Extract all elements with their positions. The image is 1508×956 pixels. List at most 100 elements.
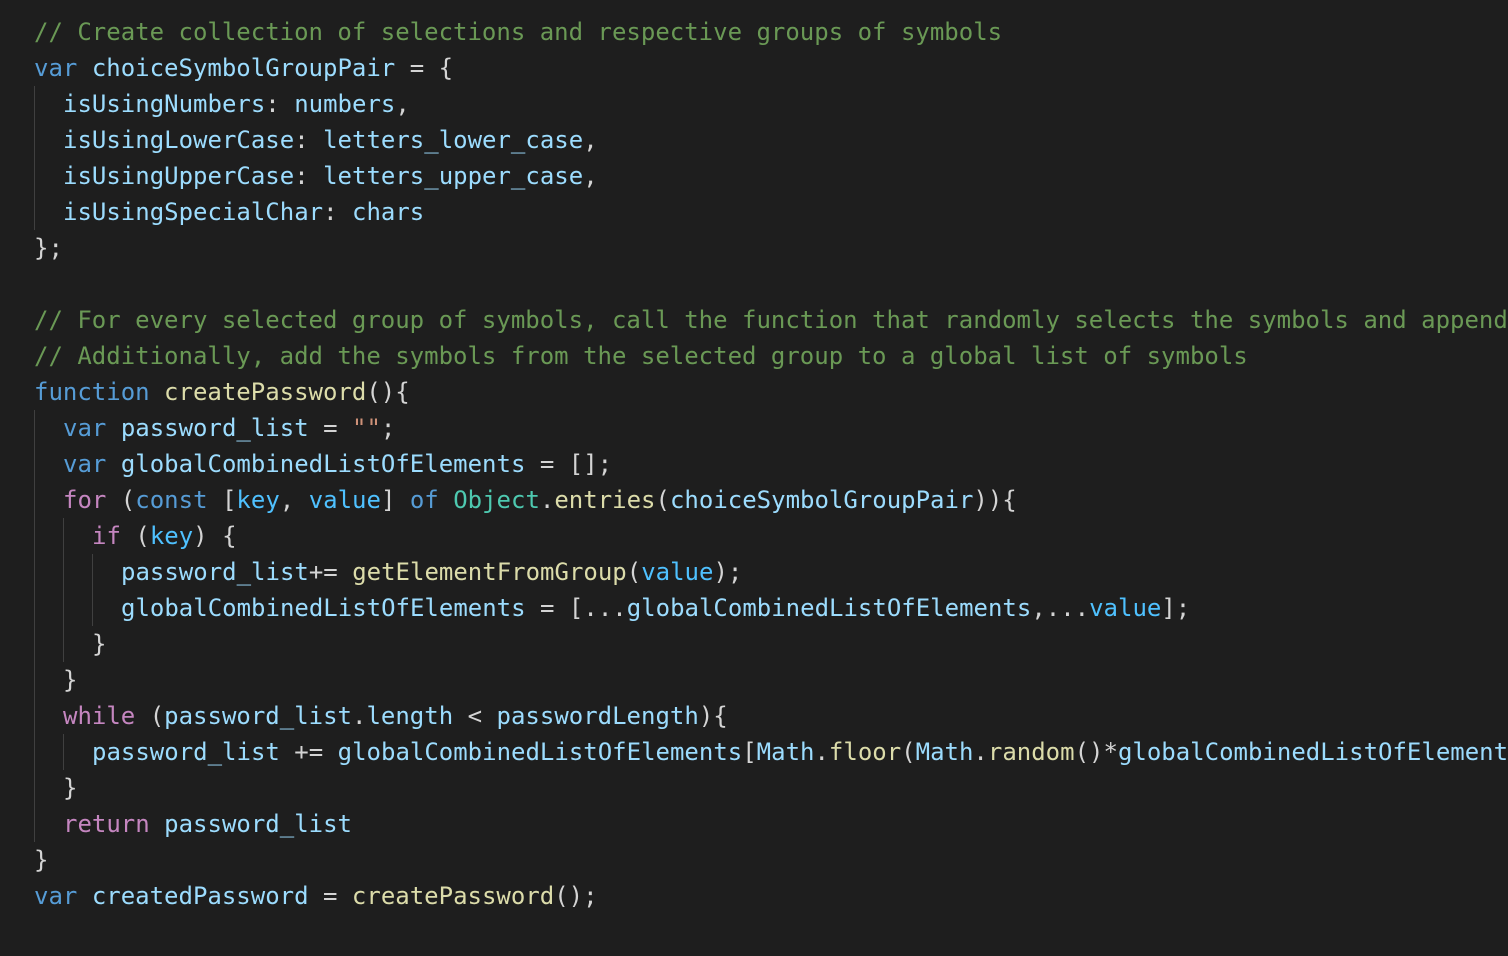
code-line-text: var choiceSymbolGroupPair = {	[34, 54, 453, 82]
code-token-plain: }	[34, 846, 49, 874]
code-line-text: isUsingLowerCase: letters_lower_case,	[63, 126, 598, 154]
code-token-variable: globalCombinedListOfElements	[120, 450, 526, 478]
code-line[interactable]: isUsingUpperCase: letters_upper_case,	[0, 158, 1508, 194]
code-token-keyword: var	[63, 450, 107, 478]
code-editor[interactable]: // Create collection of selections and r…	[0, 14, 1508, 956]
code-line[interactable]: var globalCombinedListOfElements = [];	[0, 446, 1508, 482]
code-token-variable: password_list	[121, 558, 309, 586]
code-token-variable: choiceSymbolGroupPair	[91, 54, 396, 82]
indent-guide	[34, 734, 35, 770]
code-line-text: for (const [key, value] of Object.entrie…	[63, 486, 1017, 514]
code-token-constant: value	[1089, 594, 1162, 622]
code-line[interactable]: isUsingNumbers: numbers,	[0, 86, 1508, 122]
code-line[interactable]: if (key) {	[0, 518, 1508, 554]
code-token-plain: .	[973, 738, 988, 766]
code-line[interactable]: globalCombinedListOfElements = [...globa…	[0, 590, 1508, 626]
code-line-text: }	[63, 666, 77, 694]
code-token-control: for	[63, 486, 107, 514]
code-line[interactable]: }	[0, 662, 1508, 698]
code-line-text: isUsingSpecialChar: chars	[63, 198, 424, 226]
indent-guide	[63, 626, 64, 662]
code-token-plain: .	[352, 702, 367, 730]
code-line[interactable]: return password_list	[0, 806, 1508, 842]
code-token-keyword: function	[34, 378, 150, 406]
code-line[interactable]: var createdPassword = createPassword();	[0, 878, 1508, 914]
code-token-variable: password_list	[92, 738, 280, 766]
code-token-variable: globalCombinedListOfElements	[337, 738, 743, 766]
code-line[interactable]: }	[0, 626, 1508, 662]
code-line-text: isUsingUpperCase: letters_upper_case,	[63, 162, 598, 190]
code-token-plain: ,	[279, 486, 309, 514]
code-token-plain: };	[34, 234, 63, 262]
code-token-constant: key	[149, 522, 194, 550]
indent-guide	[34, 698, 35, 734]
code-token-plain: );	[713, 558, 743, 586]
code-line[interactable]	[0, 266, 1508, 302]
code-token-plain: .	[539, 486, 555, 514]
code-line[interactable]: var choiceSymbolGroupPair = {	[0, 50, 1508, 86]
code-line[interactable]: }	[0, 842, 1508, 878]
indent-guide	[34, 626, 35, 662]
code-line-text: var password_list = "";	[63, 414, 395, 442]
code-line[interactable]: while (password_list.length < passwordLe…	[0, 698, 1508, 734]
code-line[interactable]: for (const [key, value] of Object.entrie…	[0, 482, 1508, 518]
code-token-plain: ,	[583, 126, 598, 154]
code-token-plain: +=	[308, 558, 353, 586]
code-token-variable: password_list	[120, 414, 309, 442]
indent-guide	[63, 518, 64, 554]
code-token-plain: :	[323, 198, 352, 226]
code-token-keyword: of	[409, 486, 439, 514]
code-token-variable: isUsingLowerCase	[63, 126, 295, 154]
code-token-plain: = {	[395, 54, 454, 82]
code-line-text: var createdPassword = createPassword();	[34, 882, 598, 910]
code-line[interactable]: password_list += globalCombinedListOfEle…	[0, 734, 1508, 770]
code-line[interactable]: password_list+= getElementFromGroup(valu…	[0, 554, 1508, 590]
code-token-variable: letters_lower_case	[323, 126, 584, 154]
code-token-variable: isUsingSpecialChar	[63, 198, 324, 226]
code-line[interactable]: // Additionally, add the symbols from th…	[0, 338, 1508, 374]
code-token-plain: (	[106, 486, 136, 514]
code-token-function: floor	[828, 738, 902, 766]
code-line-text: password_list+= getElementFromGroup(valu…	[121, 558, 742, 586]
code-line-text: // Create collection of selections and r…	[34, 18, 1002, 46]
code-token-variable: numbers	[294, 90, 396, 118]
code-line[interactable]: isUsingSpecialChar: chars	[0, 194, 1508, 230]
code-token-plain: =	[308, 414, 353, 442]
code-line-text: while (password_list.length < passwordLe…	[63, 702, 728, 730]
code-line[interactable]: isUsingLowerCase: letters_lower_case,	[0, 122, 1508, 158]
code-line[interactable]: function createPassword(){	[0, 374, 1508, 410]
code-line-text: }	[63, 774, 77, 802]
indent-guide	[92, 554, 93, 590]
code-token-variable: choiceSymbolGroupPair	[669, 486, 974, 514]
code-token-function: createPassword	[351, 882, 555, 910]
code-token-function: random	[987, 738, 1075, 766]
indent-guide	[34, 122, 35, 158]
code-line[interactable]: }	[0, 770, 1508, 806]
code-token-keyword: var	[34, 882, 78, 910]
code-line[interactable]: // Create collection of selections and r…	[0, 14, 1508, 50]
code-token-variable: isUsingUpperCase	[63, 162, 295, 190]
indent-guide	[34, 482, 35, 518]
code-token-variable: Math	[756, 738, 815, 766]
code-token-function: entries	[554, 486, 656, 514]
code-line[interactable]: };	[0, 230, 1508, 266]
code-line-text: // For every selected group of symbols, …	[34, 306, 1508, 334]
code-token-variable: createdPassword	[91, 882, 309, 910]
code-token-function: getElementFromGroup	[352, 558, 627, 586]
code-token-variable: password_list	[164, 810, 352, 838]
indent-guide	[34, 158, 35, 194]
code-token-plain: (	[901, 738, 916, 766]
code-line[interactable]: var password_list = "";	[0, 410, 1508, 446]
code-token-plain: ]	[380, 486, 410, 514]
code-token-constant: value	[641, 558, 714, 586]
code-token-plain: ,	[583, 162, 598, 190]
code-line-text: function createPassword(){	[34, 378, 410, 406]
code-line-text: globalCombinedListOfElements = [...globa…	[121, 594, 1190, 622]
code-line[interactable]: // For every selected group of symbols, …	[0, 302, 1508, 338]
code-token-constant: key	[236, 486, 280, 514]
code-line-text: var globalCombinedListOfElements = [];	[63, 450, 612, 478]
indent-guide	[63, 590, 64, 626]
